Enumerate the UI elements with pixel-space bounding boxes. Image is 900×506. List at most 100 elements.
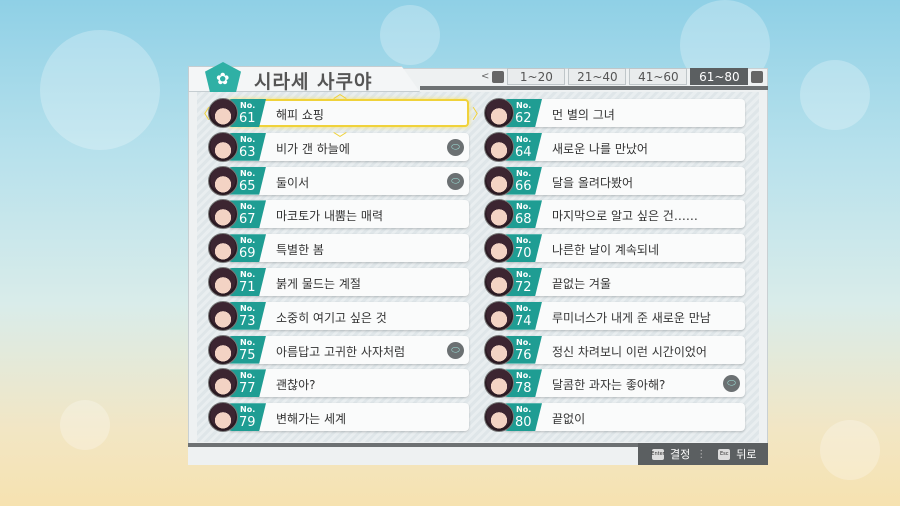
- episode-no-label: No.: [516, 202, 532, 212]
- episode-title: 먼 별의 그녀: [552, 108, 615, 122]
- episode-title: 달콤한 과자는 좋아해?: [552, 378, 666, 393]
- episode-item[interactable]: No. 77 괜찮아?: [208, 368, 470, 399]
- episode-title: 나른한 날이 계속되네: [552, 243, 659, 258]
- episode-number: 74: [515, 313, 532, 329]
- episode-number: 80: [515, 415, 532, 431]
- character-avatar: [208, 334, 238, 365]
- bokeh-light: [60, 400, 110, 450]
- episode-number: 70: [515, 246, 532, 262]
- episode-no-label: No.: [240, 405, 256, 415]
- character-avatar: [208, 131, 238, 162]
- episode-item[interactable]: No. 78 달콤한 과자는 좋아해? ⬭: [484, 368, 746, 399]
- character-avatar: [208, 402, 238, 433]
- character-avatar: [208, 165, 238, 196]
- selection-right-arrow-icon: 〉: [472, 107, 486, 123]
- episode-number: 64: [515, 144, 532, 160]
- bokeh-light: [820, 420, 880, 480]
- episode-item[interactable]: No. 79 변해가는 세계: [208, 402, 470, 433]
- episode-item[interactable]: No. 70 나른한 날이 계속되네: [484, 233, 746, 264]
- episode-no-label: No.: [240, 303, 256, 313]
- episode-item[interactable]: No. 73 소중히 여기고 싶은 것: [208, 300, 470, 331]
- episode-title: 괜찮아?: [276, 378, 316, 393]
- episode-item[interactable]: No. 67 마코토가 내뿜는 매력: [208, 199, 470, 230]
- memo-badge-icon: ⬭: [447, 172, 464, 190]
- episode-no-label: No.: [240, 337, 256, 347]
- memo-badge-icon: ⬭: [447, 138, 464, 156]
- memo-badge-icon: ⬭: [447, 341, 464, 359]
- episode-number: 77: [239, 381, 256, 397]
- episode-number: 72: [515, 280, 532, 295]
- episode-no-label: No.: [240, 134, 256, 144]
- episode-no-label: No.: [516, 236, 532, 246]
- episode-number: 75: [239, 347, 256, 363]
- tab-61-80[interactable]: 61~80: [690, 68, 749, 85]
- episode-item[interactable]: No. 66 달을 올려다봤어: [484, 165, 746, 196]
- episode-no-label: No.: [240, 202, 256, 212]
- episode-title: 해피 쇼핑: [276, 108, 324, 122]
- selection-down-arrow-icon: ﹀: [333, 132, 347, 148]
- separator-icon: ⋮: [696, 448, 707, 460]
- episode-item[interactable]: No. 72 끝없는 겨울: [484, 267, 746, 297]
- footer-stripe: [188, 443, 638, 447]
- episode-number: 79: [239, 415, 256, 431]
- episode-number: 61: [239, 111, 256, 126]
- character-avatar: [484, 300, 514, 331]
- tab-prev-key[interactable]: [492, 70, 505, 83]
- episode-item[interactable]: No. 71 붉게 물드는 계절: [208, 267, 470, 297]
- episode-item[interactable]: No. 64 새로운 나를 만났어: [484, 131, 746, 162]
- character-name: 시라세 사쿠야: [254, 71, 373, 93]
- tab-prev-arrow-icon[interactable]: <: [481, 71, 489, 82]
- back-button[interactable]: 뒤로: [736, 446, 756, 462]
- episode-item[interactable]: No. 74 루미너스가 내게 준 새로운 만남: [484, 300, 746, 331]
- episode-number: 66: [515, 178, 532, 194]
- episode-no-label: No.: [240, 270, 256, 279]
- confirm-button[interactable]: 결정: [670, 446, 690, 462]
- episode-title: 소중히 여기고 싶은 것: [276, 310, 387, 325]
- episode-no-label: No.: [516, 405, 532, 415]
- character-avatar: [484, 98, 514, 128]
- episode-no-label: No.: [240, 236, 256, 246]
- episode-title: 끝없는 겨울: [552, 277, 612, 291]
- selection-left-arrow-icon: 〈: [196, 107, 210, 123]
- character-avatar: [484, 233, 514, 264]
- episode-title: 변해가는 세계: [276, 412, 347, 427]
- enter-key-icon: Enter: [651, 448, 665, 460]
- episode-item[interactable]: No. 69 특별한 봄: [208, 233, 470, 264]
- episode-title: 아름답고 고귀한 사자처럼: [276, 344, 406, 359]
- character-avatar: [484, 267, 514, 297]
- episode-title: 끝없이: [552, 412, 586, 427]
- tab-41-60[interactable]: 41~60: [629, 68, 688, 85]
- episode-number: 78: [515, 381, 532, 397]
- episode-item[interactable]: No. 75 아름답고 고귀한 사자처럼 ⬭: [208, 334, 470, 365]
- episode-title: 마지막으로 알고 싶은 건……: [552, 209, 698, 224]
- tab-1-20[interactable]: 1~20: [507, 68, 566, 85]
- episode-item[interactable]: No. 65 둘이서 ⬭: [208, 165, 470, 196]
- episode-no-label: No.: [240, 371, 256, 381]
- bokeh-light: [380, 5, 440, 65]
- episode-no-label: No.: [516, 303, 532, 313]
- episode-no-label: No.: [516, 337, 532, 347]
- bokeh-light: [40, 30, 160, 150]
- character-avatar: [484, 402, 514, 433]
- episode-number: 67: [239, 212, 256, 228]
- esc-key-icon: Esc: [718, 448, 731, 460]
- tab-next-key[interactable]: [751, 70, 764, 83]
- selection-up-arrow-icon: ︿: [333, 86, 347, 102]
- footer-controls: Enter 결정 ⋮ Esc 뒤로: [638, 443, 768, 465]
- tab-21-40[interactable]: 21~40: [568, 68, 627, 85]
- episode-number: 62: [515, 111, 532, 126]
- character-avatar: [208, 267, 238, 297]
- episode-title: 붉게 물드는 계절: [276, 277, 361, 291]
- episode-number: 69: [239, 246, 256, 262]
- episode-no-label: No.: [516, 270, 532, 279]
- episode-item[interactable]: No. 62 먼 별의 그녀: [484, 98, 746, 128]
- episode-no-label: No.: [240, 168, 256, 178]
- episode-no-label: No.: [516, 168, 532, 178]
- episode-number: 76: [515, 347, 532, 363]
- character-avatar: [208, 233, 238, 264]
- episode-number: 63: [239, 144, 256, 160]
- episode-title: 달을 올려다봤어: [552, 175, 634, 190]
- episode-item[interactable]: No. 76 정신 차려보니 이런 시간이었어: [484, 334, 746, 365]
- episode-item[interactable]: No. 68 마지막으로 알고 싶은 건……: [484, 199, 746, 230]
- episode-item[interactable]: No. 80 끝없이: [484, 402, 746, 433]
